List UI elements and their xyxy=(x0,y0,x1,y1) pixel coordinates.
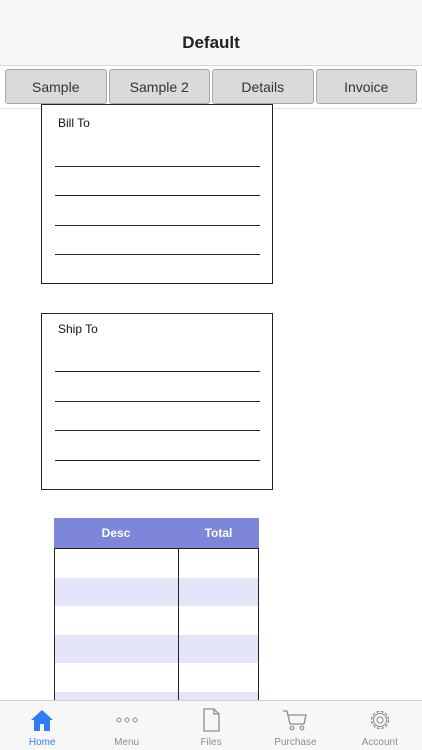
tabbar-label-home: Home xyxy=(28,737,56,748)
total-cell[interactable] xyxy=(179,606,258,635)
total-cell[interactable] xyxy=(179,578,258,607)
navigation-bar: Default xyxy=(0,0,422,66)
ship-to-line xyxy=(55,430,260,431)
bottom-tab-bar: Home Menu Files Purchase Account xyxy=(0,700,422,750)
ship-to-line xyxy=(55,401,260,402)
gear-icon xyxy=(366,706,394,734)
tabbar-label-account: Account xyxy=(361,737,398,748)
desc-cell[interactable] xyxy=(55,634,179,663)
tab-invoice[interactable]: Invoice xyxy=(315,69,417,104)
tabbar-label-purchase: Purchase xyxy=(274,737,317,748)
tabbar-label-files: Files xyxy=(200,737,222,748)
items-table-body xyxy=(54,548,259,701)
desc-cell[interactable] xyxy=(55,663,179,692)
tabbar-item-home[interactable]: Home xyxy=(0,701,84,750)
ship-to-line xyxy=(55,371,260,372)
bill-to-line xyxy=(55,195,260,196)
total-cell[interactable] xyxy=(179,549,258,578)
total-column-header: Total xyxy=(204,526,233,540)
table-row[interactable] xyxy=(55,606,258,635)
items-table-header: Desc Total xyxy=(54,518,259,548)
total-cell[interactable] xyxy=(179,635,258,664)
tabbar-item-menu[interactable]: Menu xyxy=(84,701,168,750)
desc-cell[interactable] xyxy=(55,549,179,578)
desc-cell[interactable] xyxy=(55,577,179,606)
table-row[interactable] xyxy=(55,577,258,607)
items-table: Desc Total xyxy=(54,518,259,701)
tab-sample-2[interactable]: Sample 2 xyxy=(108,69,210,104)
total-cell[interactable] xyxy=(179,663,258,692)
tabbar-label-menu: Menu xyxy=(114,737,140,748)
bill-to-line xyxy=(55,166,260,167)
tabbar-item-account[interactable]: Account xyxy=(338,701,422,750)
app-screen: Default Sample Sample 2 Details Invoice … xyxy=(0,0,422,750)
desc-cell[interactable] xyxy=(55,606,179,635)
cart-icon xyxy=(281,706,309,734)
bill-to-label: Bill To xyxy=(58,116,90,130)
bill-to-line xyxy=(55,254,260,255)
tab-details[interactable]: Details xyxy=(212,69,314,104)
segmented-tabs: Sample Sample 2 Details Invoice xyxy=(5,69,417,104)
file-icon xyxy=(197,706,225,734)
ship-to-box[interactable]: Ship To xyxy=(41,313,273,490)
ship-to-line xyxy=(55,460,260,461)
home-icon xyxy=(28,706,56,734)
page-title: Default xyxy=(182,33,240,52)
more-dots-icon xyxy=(113,706,141,734)
tab-sample[interactable]: Sample xyxy=(5,69,107,104)
ship-to-label: Ship To xyxy=(58,322,98,336)
bill-to-line xyxy=(55,225,260,226)
table-row[interactable] xyxy=(55,663,258,692)
tabbar-item-purchase[interactable]: Purchase xyxy=(253,701,337,750)
table-row[interactable] xyxy=(55,634,258,664)
desc-column-header: Desc xyxy=(101,526,131,540)
table-row[interactable] xyxy=(55,549,258,578)
bill-to-box[interactable]: Bill To xyxy=(41,104,273,284)
tabbar-item-files[interactable]: Files xyxy=(169,701,253,750)
